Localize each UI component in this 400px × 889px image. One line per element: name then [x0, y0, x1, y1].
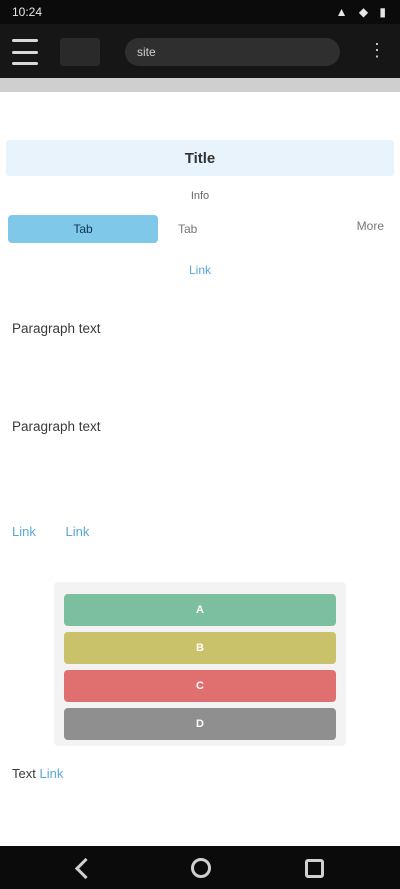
footer-text: Text Link: [12, 764, 384, 784]
status-time: 10:24: [12, 5, 43, 19]
system-nav-bar: [0, 846, 400, 889]
more-options-icon[interactable]: ⋮: [368, 40, 386, 61]
footer-text-main: Text: [12, 766, 36, 781]
paragraph-2: Paragraph text: [12, 419, 101, 434]
home-icon[interactable]: [191, 858, 211, 878]
status-bar: 10:24 ▲ ◆ ▮: [0, 0, 400, 24]
band-3: D: [64, 708, 336, 740]
sub-bar: [0, 78, 400, 92]
tab-more[interactable]: More: [357, 219, 384, 233]
status-icons: ▲ ◆ ▮: [335, 5, 390, 19]
paragraph-1: Paragraph text: [12, 321, 101, 336]
links-row: Link Link: [12, 524, 115, 539]
menu-icon[interactable]: [12, 39, 38, 65]
site-logo[interactable]: [60, 38, 100, 66]
back-icon[interactable]: [74, 857, 97, 880]
band-2: C: [64, 670, 336, 702]
color-bands-figure: A B C D: [54, 582, 346, 746]
address-bar[interactable]: site: [125, 38, 340, 66]
tab-primary[interactable]: Tab: [8, 215, 158, 243]
title-banner: Title: [6, 140, 394, 176]
recent-apps-icon[interactable]: [305, 859, 324, 878]
link-2[interactable]: Link: [65, 524, 89, 539]
page-title: Title: [184, 150, 216, 167]
page-gap: [0, 92, 400, 104]
link-1[interactable]: Link: [12, 524, 36, 539]
tab-secondary[interactable]: Tab: [178, 219, 338, 239]
info-row: Info: [190, 190, 210, 202]
link-line[interactable]: Link: [0, 263, 400, 277]
top-header: site ⋮: [0, 24, 400, 78]
band-1: B: [64, 632, 336, 664]
band-0: A: [64, 594, 336, 626]
footer-link[interactable]: Link: [39, 766, 63, 781]
tab-strip: Tab Tab More: [8, 215, 388, 245]
